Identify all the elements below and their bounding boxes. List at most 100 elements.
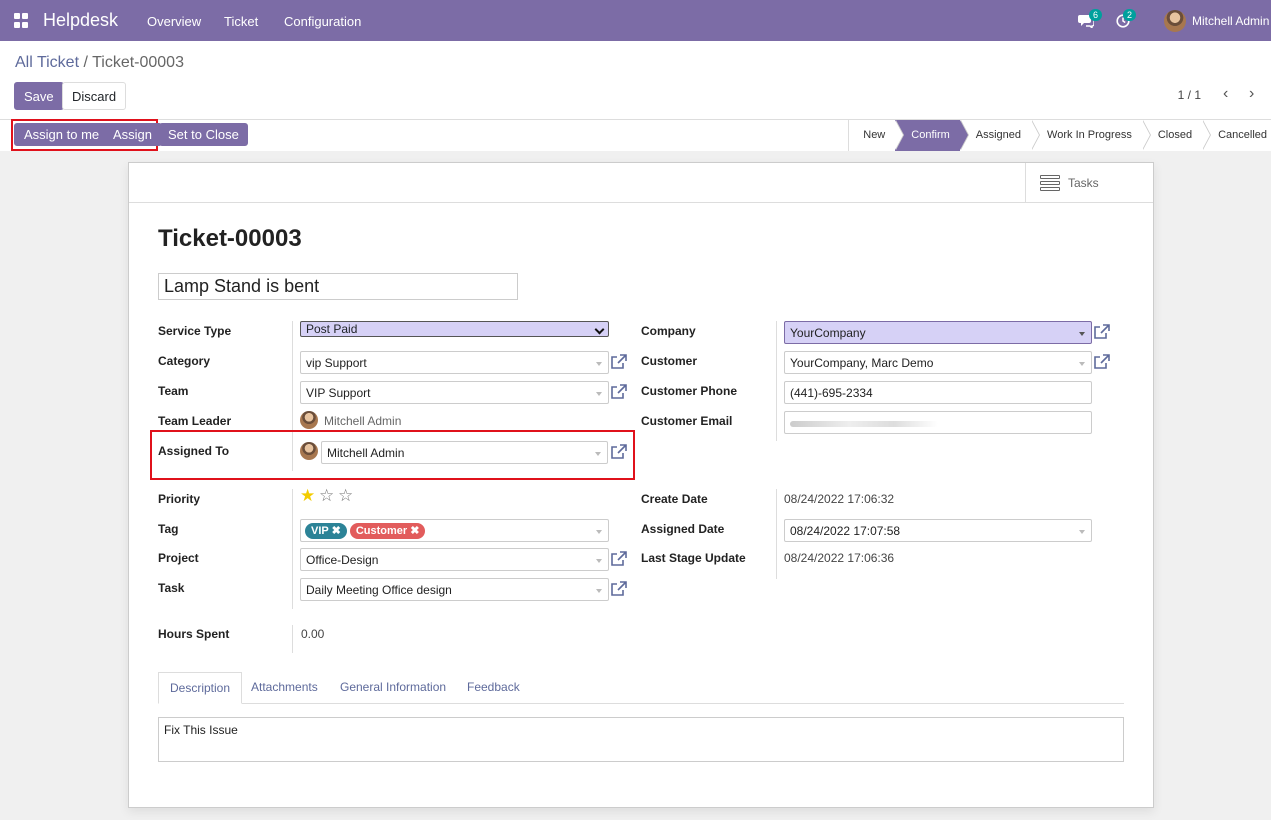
stage-confirm[interactable]: Confirm <box>895 120 969 151</box>
assigned-to-external-link-icon[interactable] <box>610 443 628 461</box>
menu-overview[interactable]: Overview <box>147 14 201 29</box>
breadcrumb-current: Ticket-00003 <box>92 54 184 71</box>
task-label: Task <box>158 581 185 595</box>
menu-ticket[interactable]: Ticket <box>224 14 258 29</box>
smart-button-box: Tasks <box>129 163 1153 203</box>
description-textarea[interactable]: Fix This Issue <box>158 717 1124 762</box>
service-type-select[interactable]: Post Paid <box>300 321 609 337</box>
user-name: Mitchell Admin <box>1192 13 1270 28</box>
assigned-date-field[interactable]: 08/24/2022 17:07:58 <box>784 519 1092 542</box>
stage-new[interactable]: New <box>849 120 905 151</box>
remove-tag-icon[interactable]: ✖ <box>332 525 341 537</box>
tag-customer[interactable]: Customer ✖ <box>349 523 426 539</box>
right-group-divider <box>776 321 777 441</box>
stage-cancelled[interactable]: Cancelled <box>1202 120 1271 151</box>
apps-menu-icon[interactable] <box>14 13 29 28</box>
tasks-smart-button[interactable]: Tasks <box>1025 163 1153 202</box>
pager-next-icon[interactable]: › <box>1249 85 1254 103</box>
customer-phone-field[interactable]: (441)-695-2334 <box>784 381 1092 404</box>
customer-field[interactable]: YourCompany, Marc Demo <box>784 351 1092 374</box>
status-bar: Assign to me Assign Set to Close New Con… <box>0 119 1271 151</box>
user-menu[interactable]: Mitchell Admin <box>1164 0 1269 41</box>
user-avatar <box>1164 9 1186 32</box>
team-external-link-icon[interactable] <box>610 383 628 401</box>
priority-star-1-icon[interactable]: ★ <box>300 487 315 504</box>
discard-button[interactable]: Discard <box>62 82 127 110</box>
control-panel: All Ticket / Ticket-00003 Save Discard 1… <box>0 41 1271 151</box>
tab-general-information[interactable]: General Information <box>329 672 457 704</box>
team-leader-value: Mitchell Admin <box>324 414 402 428</box>
app-brand[interactable]: Helpdesk <box>43 10 118 31</box>
project-field[interactable]: Office-Design <box>300 548 609 571</box>
tag-vip[interactable]: VIP ✖ <box>305 523 347 539</box>
assigned-date-label: Assigned Date <box>641 522 725 536</box>
company-external-link-icon[interactable] <box>1093 323 1111 341</box>
messages-badge: 6 <box>1089 9 1103 21</box>
hours-spent-label: Hours Spent <box>158 627 230 641</box>
team-leader-label: Team Leader <box>158 414 232 428</box>
stage-pipeline: New Confirm Assigned Work In Progress Cl… <box>848 120 1271 151</box>
ticket-number: Ticket-00003 <box>158 225 302 252</box>
company-field[interactable]: YourCompany <box>784 321 1092 344</box>
tag-vip-label: VIP <box>311 525 329 537</box>
save-button[interactable]: Save <box>14 82 64 110</box>
tag-label: Tag <box>158 522 179 536</box>
service-type-label: Service Type <box>158 324 232 338</box>
remove-tag-icon[interactable]: ✖ <box>410 525 419 537</box>
tasks-icon <box>1040 174 1060 191</box>
set-to-close-button[interactable]: Set to Close <box>159 123 248 146</box>
hours-spent-value[interactable]: 0.00 <box>301 627 324 641</box>
customer-external-link-icon[interactable] <box>1093 353 1111 371</box>
assign-to-me-button[interactable]: Assign to me <box>14 123 110 146</box>
breadcrumb-parent[interactable]: All Ticket <box>15 54 79 71</box>
subject-input[interactable]: Lamp Stand is bent <box>158 273 518 300</box>
project-label: Project <box>158 551 199 565</box>
notebook-tabs: Description Attachments General Informat… <box>158 672 1124 704</box>
tag-field[interactable]: VIP ✖ Customer ✖ <box>300 519 609 542</box>
project-external-link-icon[interactable] <box>610 550 628 568</box>
category-external-link-icon[interactable] <box>610 353 628 371</box>
create-date-value: 08/24/2022 17:06:32 <box>784 492 895 506</box>
stage-work-in-progress[interactable]: Work In Progress <box>1031 120 1151 151</box>
tab-attachments[interactable]: Attachments <box>240 672 329 704</box>
blurred-email-value <box>790 421 938 427</box>
stage-assigned[interactable]: Assigned <box>959 120 1041 151</box>
customer-phone-label: Customer Phone <box>641 384 738 398</box>
task-field[interactable]: Daily Meeting Office design <box>300 578 609 601</box>
top-navbar: Helpdesk Overview Ticket Configuration 6… <box>0 0 1271 41</box>
priority-label: Priority <box>158 492 201 506</box>
customer-email-field[interactable] <box>784 411 1092 434</box>
left-group2-divider <box>292 489 293 609</box>
tasks-label: Tasks <box>1068 175 1099 190</box>
task-external-link-icon[interactable] <box>610 580 628 598</box>
customer-email-label: Customer Email <box>641 414 733 428</box>
assigned-to-field[interactable]: Mitchell Admin <box>321 441 608 464</box>
assigned-to-label: Assigned To <box>158 444 230 458</box>
assign-button[interactable]: Assign <box>103 123 163 146</box>
pager-previous-icon[interactable]: ‹ <box>1223 85 1228 103</box>
priority-star-3-icon[interactable]: ☆ <box>338 487 353 504</box>
tab-feedback[interactable]: Feedback <box>456 672 531 704</box>
activities-badge: 2 <box>1123 9 1137 21</box>
category-field[interactable]: vip Support <box>300 351 609 374</box>
category-label: Category <box>158 354 211 368</box>
breadcrumb: All Ticket / Ticket-00003 <box>15 54 184 72</box>
breadcrumb-separator: / <box>83 54 88 71</box>
stage-closed[interactable]: Closed <box>1141 120 1212 151</box>
right-group2-divider <box>776 489 777 579</box>
priority-star-2-icon[interactable]: ☆ <box>319 487 334 504</box>
team-leader-avatar <box>300 411 318 429</box>
pager-value[interactable]: 1 / 1 <box>1178 88 1201 102</box>
team-field[interactable]: VIP Support <box>300 381 609 404</box>
hours-divider <box>292 625 293 653</box>
company-label: Company <box>641 324 696 338</box>
last-stage-update-label: Last Stage Update <box>641 551 746 565</box>
last-stage-update-value: 08/24/2022 17:06:36 <box>784 551 895 565</box>
tag-customer-label: Customer <box>355 525 408 537</box>
create-date-label: Create Date <box>641 492 708 506</box>
tab-description[interactable]: Description <box>158 672 243 704</box>
form-sheet: Tasks Ticket-00003 Lamp Stand is bent Se… <box>128 162 1154 808</box>
team-label: Team <box>158 384 189 398</box>
menu-configuration[interactable]: Configuration <box>284 14 361 29</box>
messages-button[interactable] <box>1078 0 1094 41</box>
